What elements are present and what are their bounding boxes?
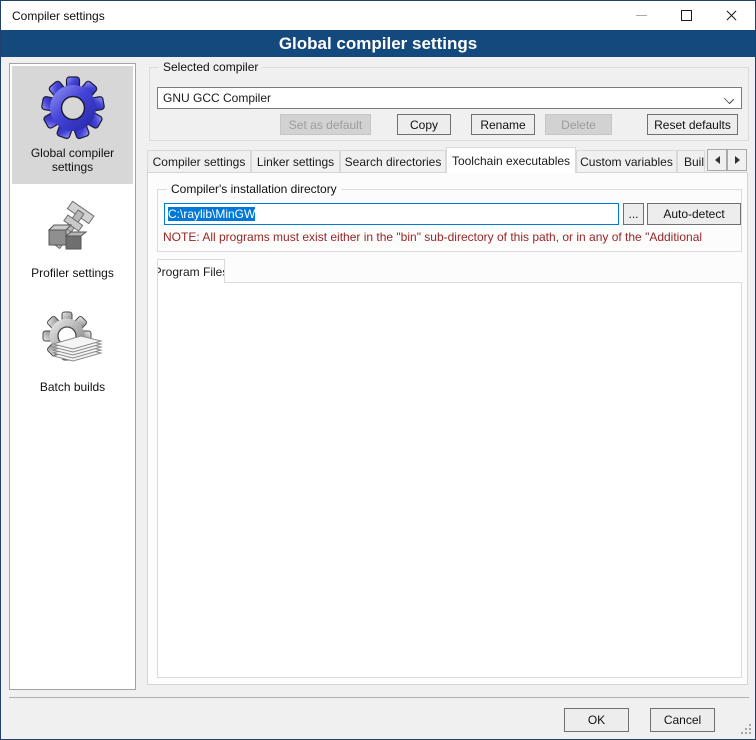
tab-build-options[interactable]: Build [677,150,705,172]
arrow-left-icon [715,156,720,164]
dialog-banner: Global compiler settings [1,30,755,57]
compiler-select-value: GNU GCC Compiler [163,91,271,105]
installation-directory-browse-button[interactable]: ... [623,203,644,225]
sidebar-item-batch-builds[interactable]: Batch builds [12,300,133,418]
compiler-settings-window: Compiler settings Global compiler settin… [0,0,756,740]
sidebar-item-label: Global compiler settings [12,144,133,180]
reset-defaults-button[interactable]: Reset defaults [647,114,738,135]
maximize-icon [681,10,692,21]
sidebar-item-label: Batch builds [12,378,133,400]
footer-divider [9,697,749,698]
sidebar-item-profiler-settings[interactable]: Profiler settings [12,186,133,298]
compiler-select[interactable]: GNU GCC Compiler [157,87,742,109]
installation-directory-group-label: Compiler's installation directory [167,182,341,196]
installation-directory-value: C:\raylib\MinGW [168,207,255,221]
close-button[interactable] [709,1,754,30]
sidebar-item-global-compiler-settings[interactable]: Global compiler settings [12,66,133,184]
installation-directory-input[interactable]: C:\raylib\MinGW [164,203,619,225]
arrow-right-icon [735,156,740,164]
auto-detect-button[interactable]: Auto-detect [647,203,741,225]
tab-search-directories[interactable]: Search directories [340,150,446,172]
rename-button[interactable]: Rename [471,114,535,135]
tab-custom-variables[interactable]: Custom variables [576,150,677,172]
minimize-icon [636,15,647,16]
tab-linker-settings[interactable]: Linker settings [251,150,340,172]
cancel-button[interactable]: Cancel [650,708,715,732]
gear-blue-icon [12,66,133,144]
ok-button[interactable]: OK [564,708,629,732]
delete-button[interactable]: Delete [545,114,612,135]
tab-toolchain-executables[interactable]: Toolchain executables [446,147,576,173]
window-title: Compiler settings [12,9,105,23]
caliper-icon [12,186,133,264]
sidebar-item-label: Profiler settings [12,264,133,286]
installation-note: NOTE: All programs must exist either in … [163,230,738,245]
minimize-button[interactable] [619,1,664,30]
set-as-default-button[interactable]: Set as default [280,114,371,135]
gear-stack-icon [12,300,133,378]
tab-scroll-right-button[interactable] [727,149,747,171]
tab-scroll-left-button[interactable] [707,149,727,171]
chevron-down-icon [724,94,734,104]
tab-compiler-settings[interactable]: Compiler settings [147,150,251,172]
title-bar: Compiler settings [1,1,755,30]
copy-button[interactable]: Copy [397,114,451,135]
resize-grip-icon[interactable] [741,724,751,734]
selected-compiler-group-label: Selected compiler [159,60,262,74]
close-icon [726,10,737,21]
banner-title: Global compiler settings [279,34,477,54]
maximize-button[interactable] [664,1,709,30]
window-controls [619,1,754,30]
tab-program-files[interactable]: Program Files [157,259,225,283]
settings-category-list: Global compiler settings [9,63,136,690]
program-files-page [157,282,742,678]
